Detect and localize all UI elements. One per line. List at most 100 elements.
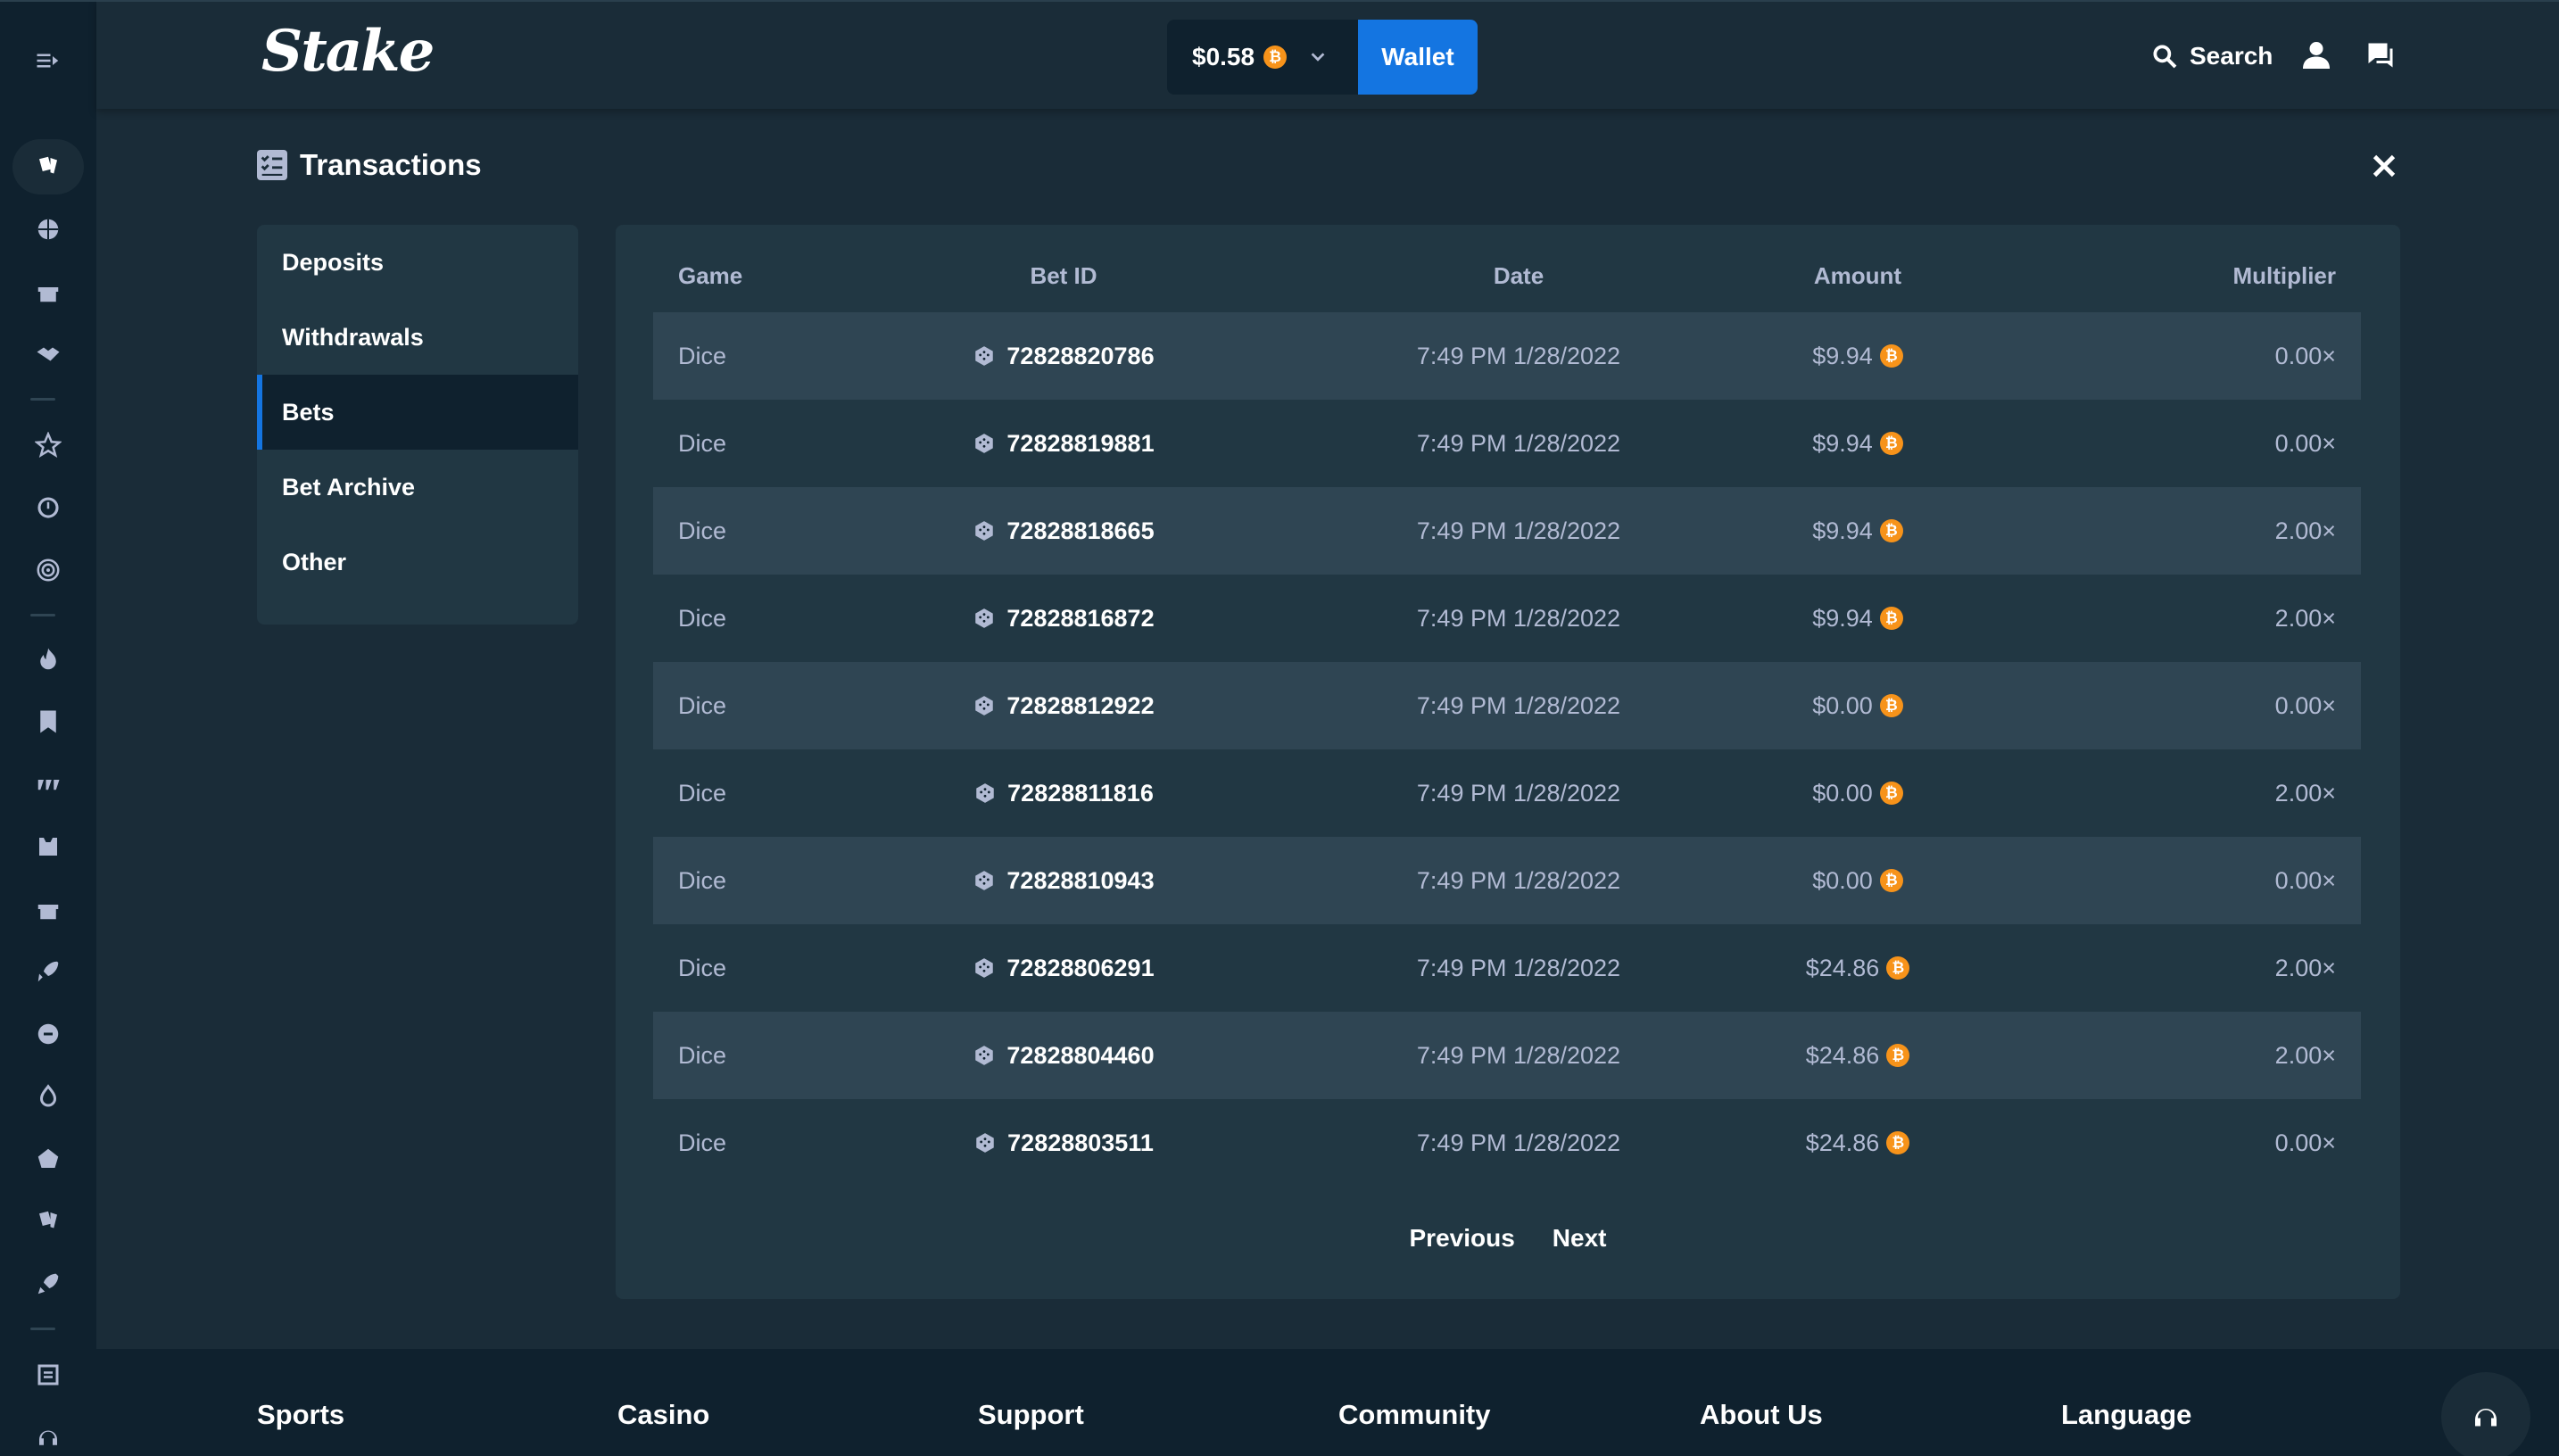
cell-bet-id[interactable]: 72828810943 (921, 837, 1206, 924)
balance-amount: $0.58 (1192, 43, 1255, 70)
gift-icon[interactable] (12, 264, 84, 319)
blog-icon[interactable] (12, 1347, 84, 1402)
slots-icon[interactable] (12, 757, 84, 812)
handshake-icon[interactable] (12, 327, 84, 382)
table-row[interactable]: Dice 72828812922 7:49 PM 1/28/2022 $0.00 ₿ 0.… (653, 662, 2361, 749)
bet-id-text: 72828812922 (1006, 691, 1155, 719)
headset-icon (2475, 1409, 2497, 1427)
close-icon[interactable] (2368, 150, 2400, 182)
cell-amount: $24.86 ₿ (1742, 1012, 1974, 1099)
tab-withdrawals[interactable]: Withdrawals (257, 300, 578, 375)
cell-date: 7:49 PM 1/28/2022 (1416, 604, 1621, 632)
table-row[interactable]: Dice 72828810943 7:49 PM 1/28/2022 $0.00 ₿ 0.… (653, 837, 2361, 924)
tab-other[interactable]: Other (257, 525, 578, 600)
target-icon[interactable] (12, 542, 84, 598)
left-rail (0, 0, 96, 1456)
table-row[interactable]: Dice 72828803511 7:49 PM 1/28/2022 $24.86 ₿ 0… (653, 1099, 2361, 1187)
cell-multiplier: 2.00× (2274, 517, 2336, 544)
header-amount: Amount (1813, 261, 1902, 289)
balance-selector[interactable]: $0.58 ₿ (1167, 20, 1365, 95)
amount-text: $0.00 (1812, 779, 1873, 807)
cell-game: Dice (678, 779, 727, 807)
cell-amount: $24.86 ₿ (1742, 924, 1974, 1012)
casino-cards-icon[interactable] (12, 139, 84, 194)
search-button[interactable]: Search (2150, 34, 2273, 79)
previous-button[interactable]: Previous (1410, 1224, 1515, 1253)
dice-icon (975, 871, 994, 890)
cell-date: 7:49 PM 1/28/2022 (1416, 517, 1621, 544)
cell-bet-id[interactable]: 72828804460 (921, 1012, 1206, 1099)
cell-bet-id[interactable]: 72828819881 (921, 400, 1206, 487)
bet-id-text: 72828803511 (1007, 1129, 1154, 1156)
bitcoin-coin-icon: ₿ (1886, 1044, 1910, 1067)
live-casino-icon[interactable] (12, 819, 84, 874)
table-row[interactable]: Dice 72828819881 7:49 PM 1/28/2022 $9.94 ₿ 0.… (653, 400, 2361, 487)
tab-bets[interactable]: Bets (257, 375, 578, 450)
flame-icon[interactable] (12, 1069, 84, 1124)
bitcoin-coin-icon: ₿ (1879, 344, 1903, 368)
dice-icon (976, 783, 994, 803)
cell-game: Dice (678, 954, 727, 981)
stake-logo[interactable]: Stake (261, 18, 435, 85)
expand-menu-icon[interactable] (12, 33, 84, 88)
cell-game: Dice (678, 342, 727, 369)
cell-amount: $9.94 ₿ (1742, 575, 1974, 662)
headset-icon[interactable] (12, 1410, 84, 1456)
cell-date: 7:49 PM 1/28/2022 (1416, 429, 1621, 457)
amount-text: $0.00 (1812, 691, 1873, 719)
bet-id-text: 72828816872 (1006, 604, 1155, 632)
user-icon[interactable] (2300, 39, 2332, 71)
cell-bet-id[interactable]: 72828806291 (921, 924, 1206, 1012)
table-row[interactable]: Dice 72828806291 7:49 PM 1/28/2022 $24.86 ₿ 2… (653, 924, 2361, 1012)
tab-deposits[interactable]: Deposits (257, 225, 578, 300)
cell-amount: $0.00 ₿ (1742, 837, 1974, 924)
table-row[interactable]: Dice 72828804460 7:49 PM 1/28/2022 $24.86 ₿ 2… (653, 1012, 2361, 1099)
page-title-text: Transactions (300, 148, 482, 181)
cell-date: 7:49 PM 1/28/2022 (1416, 691, 1621, 719)
bet-id-text: 72828806291 (1006, 954, 1155, 981)
bookmark-star-icon[interactable] (12, 694, 84, 749)
cell-multiplier: 0.00× (2274, 1129, 2336, 1156)
poker-chip-icon[interactable] (12, 1131, 84, 1187)
cell-bet-id[interactable]: 72828811816 (921, 749, 1206, 837)
star-icon[interactable] (12, 418, 84, 473)
table-row[interactable]: Dice 72828816872 7:49 PM 1/28/2022 $9.94 ₿ 2.… (653, 575, 2361, 662)
cell-bet-id[interactable]: 72828816872 (921, 575, 1206, 662)
table-row[interactable]: Dice 72828818665 7:49 PM 1/28/2022 $9.94 ₿ 2.… (653, 487, 2361, 575)
bitcoin-coin-icon: ₿ (1886, 1131, 1910, 1154)
amount-text: $24.86 (1805, 1041, 1880, 1069)
tab-bet-archive[interactable]: Bet Archive (257, 450, 578, 525)
dice-icon (975, 1046, 994, 1065)
dice-icon (975, 958, 994, 978)
table-row[interactable]: Dice 72828820786 7:49 PM 1/28/2022 $9.94 ₿ 0.… (653, 312, 2361, 400)
table-row[interactable]: Dice 72828811816 7:49 PM 1/28/2022 $0.00 ₿ 2.… (653, 749, 2361, 837)
live-support-button[interactable] (2441, 1372, 2530, 1456)
cell-bet-id[interactable]: 72828820786 (921, 312, 1206, 400)
rocket-icon[interactable] (12, 944, 84, 999)
bitcoin-coin-icon: ₿ (1879, 432, 1903, 455)
rocket-small-icon[interactable] (12, 1256, 84, 1311)
game-shows-icon[interactable] (12, 1006, 84, 1062)
history-icon[interactable] (12, 480, 84, 535)
cell-multiplier: 2.00× (2274, 954, 2336, 981)
fire-icon[interactable] (12, 632, 84, 687)
promotions-gift-icon[interactable] (12, 881, 84, 937)
footer-about: About Us (1700, 1399, 1823, 1430)
header-bet-id: Bet ID (1030, 261, 1097, 289)
bet-id-text: 72828818665 (1006, 517, 1155, 544)
amount-text: $9.94 (1812, 517, 1873, 544)
bitcoin-coin-icon: ₿ (1879, 869, 1903, 892)
dice-icon (975, 696, 994, 716)
basketball-icon[interactable] (12, 202, 84, 257)
next-button[interactable]: Next (1553, 1224, 1607, 1253)
wallet-button[interactable]: Wallet (1358, 20, 1478, 95)
search-label: Search (2190, 42, 2273, 70)
cell-bet-id[interactable]: 72828818665 (921, 487, 1206, 575)
cell-bet-id[interactable]: 72828812922 (921, 662, 1206, 749)
chat-icon[interactable] (2364, 39, 2397, 71)
cell-bet-id[interactable]: 72828803511 (921, 1099, 1206, 1187)
bitcoin-coin-icon: ₿ (1879, 607, 1903, 630)
pagination: Previous Next (616, 1224, 2400, 1253)
dice-icon (976, 1133, 994, 1153)
cards-icon[interactable] (12, 1194, 84, 1249)
